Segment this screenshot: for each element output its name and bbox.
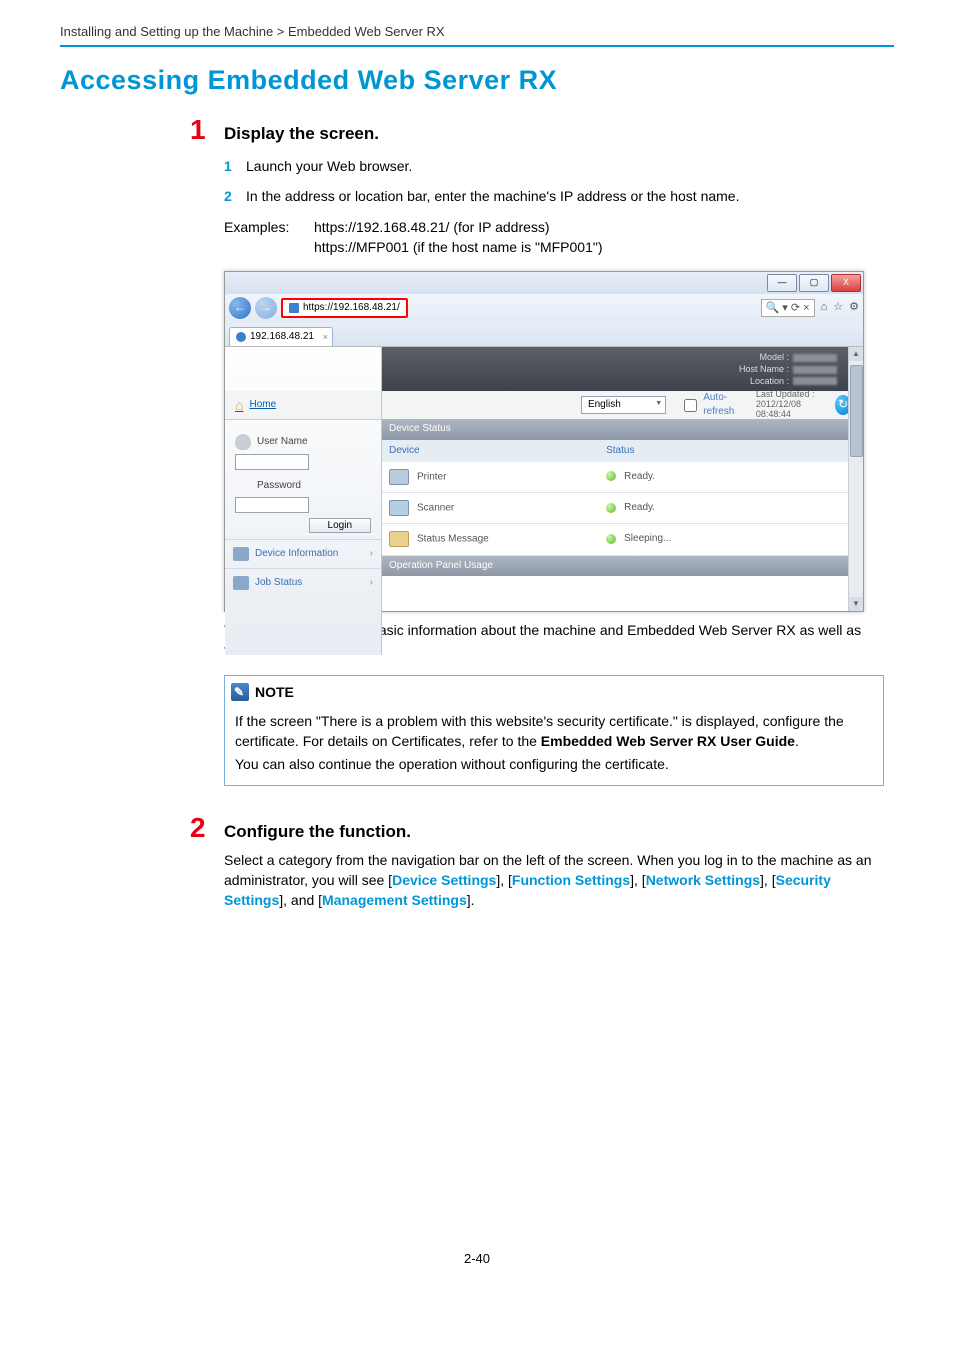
device-info-icon — [233, 547, 249, 561]
step-1-heading: Display the screen. — [224, 124, 379, 144]
scroll-down-icon[interactable]: ▼ — [849, 597, 863, 611]
window-minimize-button[interactable]: — — [767, 274, 797, 292]
device-status-table: Device Status Printer Ready. Scanner Rea… — [381, 440, 853, 556]
col-status: Status — [598, 440, 853, 463]
scroll-thumb[interactable] — [850, 365, 863, 457]
browser-tab-bar: 192.168.48.21 × — [225, 322, 863, 346]
divider — [60, 45, 894, 47]
username-label: User Name — [257, 435, 308, 450]
window-maximize-button[interactable]: ▢ — [799, 274, 829, 292]
link-network-settings[interactable]: Network Settings — [646, 872, 760, 888]
table-row: Printer Ready. — [381, 462, 853, 493]
examples-line-1: https://192.168.48.21/ (for IP address) — [314, 217, 603, 237]
note-icon — [231, 683, 249, 701]
link-management-settings[interactable]: Management Settings — [322, 892, 467, 908]
printer-icon — [389, 469, 409, 485]
user-icon — [235, 434, 251, 450]
note-box: NOTE If the screen "There is a problem w… — [224, 675, 884, 786]
sidebar: ⌂ Home User Name Password — [225, 347, 382, 655]
step-2-heading: Configure the function. — [224, 822, 411, 842]
tab-close-icon[interactable]: × — [323, 331, 328, 344]
tab-favicon-icon — [236, 332, 246, 342]
main-content: Device Status Device Status Printer Read… — [381, 419, 853, 611]
scrollbar[interactable]: ▲ ▼ — [848, 347, 863, 611]
ie-icon — [289, 303, 299, 313]
examples-label: Examples: — [224, 217, 314, 258]
last-updated-label: Last Updated : 2012/12/08 08:48:44 — [756, 390, 821, 420]
substep-1-num: 1 — [224, 156, 246, 176]
section-panel-usage: Operation Panel Usage — [381, 556, 853, 577]
browser-address-bar: ← → https://192.168.48.21/ 🔍 ▾ ⟳ × ⌂ ☆ ⚙ — [225, 294, 863, 322]
addr-tools-icon[interactable]: ⚙ — [849, 300, 859, 316]
page-title: Accessing Embedded Web Server RX — [60, 65, 894, 96]
message-icon — [389, 531, 409, 547]
job-status-icon — [233, 576, 249, 590]
substep-2-num: 2 — [224, 186, 246, 206]
window-close-button[interactable]: X — [831, 274, 861, 292]
tab-label: 192.168.48.21 — [250, 330, 314, 345]
addr-favorites-icon[interactable]: ☆ — [833, 300, 843, 316]
scanner-icon — [389, 500, 409, 516]
note-text-1: If the screen "There is a problem with t… — [235, 712, 873, 751]
step-1-number: 1 — [190, 114, 224, 146]
sidebar-job-status[interactable]: Job Status › — [225, 568, 381, 598]
examples-line-2: https://MFP001 (if the host name is "MFP… — [314, 237, 603, 257]
status-dot-icon — [606, 471, 616, 481]
password-input[interactable] — [235, 497, 309, 513]
table-row: Status Message Sleeping... — [381, 524, 853, 555]
chevron-right-icon: › — [370, 547, 373, 562]
chevron-right-icon: › — [370, 576, 373, 591]
back-button[interactable]: ← — [229, 297, 251, 319]
addr-home-icon[interactable]: ⌂ — [821, 300, 828, 316]
scroll-up-icon[interactable]: ▲ — [849, 347, 863, 361]
username-input[interactable] — [235, 454, 309, 470]
language-select[interactable]: English — [581, 396, 666, 415]
forward-button[interactable]: → — [255, 297, 277, 319]
status-dot-icon — [606, 503, 616, 513]
url-input[interactable]: https://192.168.48.21/ — [281, 298, 408, 319]
section-device-status: Device Status — [381, 419, 853, 440]
login-button[interactable]: Login — [309, 518, 371, 533]
substep-2-text: In the address or location bar, enter th… — [246, 186, 739, 206]
browser-tab[interactable]: 192.168.48.21 × — [229, 327, 333, 347]
sidebar-home-link[interactable]: ⌂ Home — [225, 391, 381, 420]
window-titlebar: — ▢ X — [225, 272, 863, 294]
home-icon: ⌂ — [235, 395, 243, 415]
substep-1-text: Launch your Web browser. — [246, 156, 412, 176]
url-text: https://192.168.48.21/ — [303, 301, 400, 316]
table-row: Scanner Ready. — [381, 493, 853, 524]
password-label: Password — [257, 479, 301, 494]
note-label: NOTE — [255, 682, 294, 702]
page-number: 2-40 — [60, 1251, 894, 1266]
sidebar-device-information[interactable]: Device Information › — [225, 539, 381, 569]
link-device-settings[interactable]: Device Settings — [392, 872, 496, 888]
auto-refresh-input[interactable] — [684, 399, 697, 412]
browser-screenshot: — ▢ X ← → https://192.168.48.21/ 🔍 ▾ ⟳ ×… — [224, 271, 864, 612]
device-toolbar: English Auto-refresh Last Updated : 2012… — [381, 391, 863, 420]
step-2-number: 2 — [190, 812, 224, 844]
note-text-2: You can also continue the operation with… — [235, 755, 873, 775]
col-device: Device — [381, 440, 598, 463]
auto-refresh-checkbox[interactable]: Auto-refresh — [680, 391, 742, 420]
addr-search-box[interactable]: 🔍 ▾ ⟳ × — [761, 299, 815, 317]
status-dot-icon — [606, 534, 616, 544]
link-function-settings[interactable]: Function Settings — [512, 872, 630, 888]
breadcrumb: Installing and Setting up the Machine > … — [60, 24, 894, 45]
login-panel: User Name Password Login — [225, 420, 381, 539]
